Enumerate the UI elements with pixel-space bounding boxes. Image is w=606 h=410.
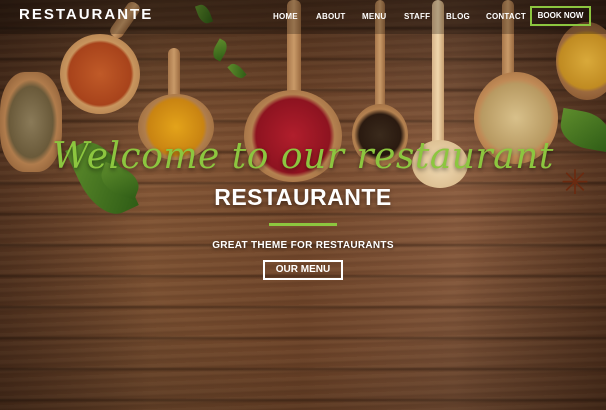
nav-item-blog[interactable]: BLOG	[446, 12, 470, 26]
hero-script-heading: Welcome to our restaurant	[52, 136, 554, 177]
nav-item-staff[interactable]: STAFF	[404, 12, 430, 26]
nav-item-menu[interactable]: MENU	[362, 12, 386, 26]
hero-subtitle: GREAT THEME FOR RESTAURANTS	[212, 240, 394, 251]
site-logo[interactable]: RESTAURANTE	[19, 6, 153, 23]
nav-item-home[interactable]: HOME	[273, 12, 298, 26]
hero-divider	[269, 223, 337, 226]
spice-bowl-icon	[60, 34, 140, 114]
wooden-spoon-icon	[168, 48, 180, 100]
our-menu-button[interactable]: OUR MENU	[263, 260, 343, 280]
nav-item-contact[interactable]: CONTACT	[486, 12, 526, 26]
top-navbar: RESTAURANTE HOME ABOUT MENU STAFF BLOG C…	[0, 0, 606, 34]
book-now-button[interactable]: BOOK NOW	[530, 6, 591, 26]
hero-title: RESTAURANTE	[214, 184, 392, 210]
nav-item-about[interactable]: ABOUT	[316, 12, 345, 26]
